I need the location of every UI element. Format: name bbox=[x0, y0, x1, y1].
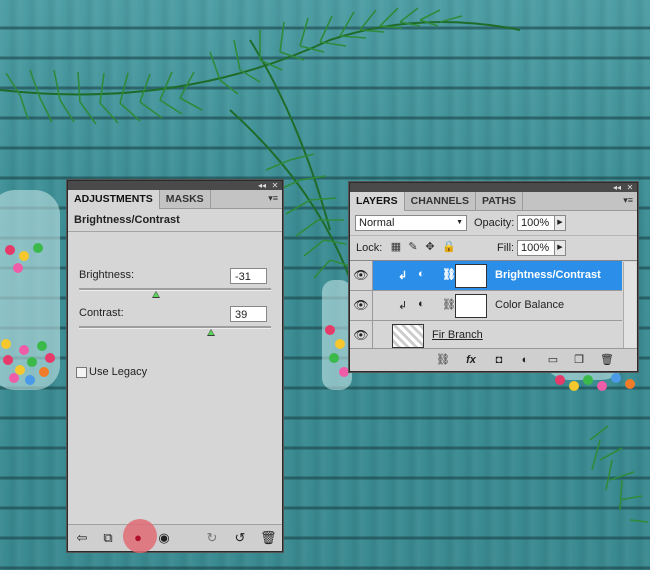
panel-menu-icon[interactable]: ▾≡ bbox=[268, 193, 278, 204]
panel-titlebar[interactable]: ◂◂ ✕ bbox=[68, 181, 282, 190]
chain-link-icon[interactable]: ⛓ bbox=[442, 268, 456, 281]
adjustments-panel: ◂◂ ✕ ADJUSTMENTS MASKS ▾≡ Brightness/Con… bbox=[67, 180, 283, 553]
chain-link-icon[interactable]: ⛓ bbox=[442, 298, 456, 311]
brightness-slider-thumb[interactable] bbox=[151, 291, 160, 298]
contrast-input[interactable]: 39 bbox=[230, 306, 267, 322]
lock-row: Lock: ▦ ✎ ✥ 🔒 Fill: 100% ▶ bbox=[350, 236, 637, 260]
adjustment-title: Brightness/Contrast bbox=[68, 209, 282, 232]
fill-input[interactable]: 100% bbox=[517, 240, 555, 256]
tab-channels[interactable]: CHANNELS bbox=[405, 192, 476, 210]
layer-mask-thumbnail[interactable] bbox=[455, 264, 487, 288]
opacity-input[interactable]: 100% bbox=[517, 215, 555, 231]
tab-masks[interactable]: MASKS bbox=[160, 190, 211, 208]
adjustment-layer-icon: ◐ bbox=[418, 268, 425, 280]
clip-arrow-icon: ↲ bbox=[398, 300, 408, 312]
back-arrow-icon[interactable]: ⇦ bbox=[74, 530, 90, 546]
tab-adjustments[interactable]: ADJUSTMENTS bbox=[68, 190, 160, 209]
lock-move-icon[interactable]: ✥ bbox=[424, 241, 436, 253]
layers-scrollbar[interactable] bbox=[623, 262, 636, 356]
contrast-slider-thumb[interactable] bbox=[207, 329, 216, 336]
adjustments-bottom-bar: ⇦ ⧉ ● ◉ ↻ ↺ 🗑 bbox=[68, 519, 282, 553]
close-icon[interactable]: ✕ bbox=[269, 181, 281, 190]
layers-panel: ◂◂ ✕ LAYERS CHANNELS PATHS ▾≡ Normal Opa… bbox=[349, 182, 638, 372]
layer-row-brightness-contrast[interactable]: 👁 ↲ ◐ ⛓ Brightness/Contrast bbox=[350, 261, 622, 291]
expand-view-icon[interactable]: ⧉ bbox=[100, 530, 116, 546]
lock-label: Lock: bbox=[356, 242, 383, 254]
folder-icon[interactable]: ▭ bbox=[546, 352, 560, 368]
lock-transparent-icon[interactable]: ▦ bbox=[390, 241, 402, 253]
link-icon[interactable]: ⛓ bbox=[436, 352, 450, 368]
fill-arrow-icon[interactable]: ▶ bbox=[554, 240, 566, 256]
layer-list: 👁 ↲ ◐ ⛓ Brightness/Contrast 👁 ↲ ◐ ⛓ Colo… bbox=[350, 260, 637, 357]
brightness-input[interactable]: -31 bbox=[230, 268, 267, 284]
previous-state-icon[interactable]: ↻ bbox=[204, 530, 220, 546]
contrast-slider[interactable] bbox=[79, 326, 271, 329]
layer-row-color-balance[interactable]: 👁 ↲ ◐ ⛓ Color Balance bbox=[350, 291, 622, 321]
lock-brush-icon[interactable]: ✎ bbox=[407, 241, 419, 253]
visibility-eye-icon[interactable]: ◉ bbox=[156, 530, 172, 546]
lock-all-icon[interactable]: 🔒 bbox=[442, 241, 456, 253]
opacity-label: Opacity: bbox=[474, 217, 515, 229]
contrast-label: Contrast: bbox=[79, 307, 124, 319]
blend-row: Normal Opacity: 100% ▶ bbox=[350, 211, 637, 236]
layer-name[interactable]: Color Balance bbox=[495, 299, 564, 311]
use-legacy-label: Use Legacy bbox=[89, 366, 148, 378]
clip-to-layer-icon[interactable]: ● bbox=[130, 530, 146, 546]
fill-label: Fill: bbox=[497, 242, 515, 254]
new-layer-icon[interactable]: ❐ bbox=[572, 352, 586, 368]
reset-icon[interactable]: ↺ bbox=[232, 530, 248, 546]
use-legacy-checkbox[interactable] bbox=[76, 367, 87, 378]
adjustment-layer-icon: ◐ bbox=[418, 298, 425, 310]
clip-arrow-icon: ↲ bbox=[398, 270, 408, 282]
adjustment-layer-icon[interactable]: ◐ bbox=[518, 352, 532, 368]
layers-bottom-bar: ⛓ fx ◘ ◐ ▭ ❐ 🗑 bbox=[350, 348, 637, 371]
collapse-icon[interactable]: ◂◂ bbox=[611, 183, 623, 192]
blend-mode-select[interactable]: Normal bbox=[355, 215, 467, 231]
layers-tabs: LAYERS CHANNELS PATHS ▾≡ bbox=[350, 192, 637, 211]
visibility-eye-icon[interactable]: 👁 bbox=[350, 291, 373, 320]
panel-titlebar[interactable]: ◂◂ ✕ bbox=[350, 183, 637, 192]
panel-menu-icon[interactable]: ▾≡ bbox=[623, 195, 633, 206]
brightness-slider[interactable] bbox=[79, 288, 271, 291]
adjustments-tabs: ADJUSTMENTS MASKS ▾≡ bbox=[68, 190, 282, 209]
trash-icon[interactable]: 🗑 bbox=[260, 530, 277, 546]
layer-thumbnail[interactable] bbox=[392, 324, 424, 348]
layer-name[interactable]: Brightness/Contrast bbox=[495, 269, 601, 281]
tab-paths[interactable]: PATHS bbox=[476, 192, 524, 210]
layer-mask-thumbnail[interactable] bbox=[455, 294, 487, 318]
visibility-eye-icon[interactable]: 👁 bbox=[350, 321, 373, 350]
mask-icon[interactable]: ◘ bbox=[492, 352, 506, 368]
visibility-eye-icon[interactable]: 👁 bbox=[350, 261, 373, 290]
layer-name[interactable]: Fir Branch bbox=[432, 329, 483, 341]
fx-icon[interactable]: fx bbox=[464, 352, 478, 368]
trash-icon[interactable]: 🗑 bbox=[600, 352, 614, 368]
layer-row-fir-branch[interactable]: 👁 Fir Branch bbox=[350, 321, 622, 351]
adjustment-body: Brightness: -31 Contrast: 39 Use Legacy bbox=[68, 232, 282, 524]
tab-layers[interactable]: LAYERS bbox=[350, 192, 405, 211]
close-icon[interactable]: ✕ bbox=[624, 183, 636, 192]
opacity-arrow-icon[interactable]: ▶ bbox=[554, 215, 566, 231]
brightness-label: Brightness: bbox=[79, 269, 135, 281]
collapse-icon[interactable]: ◂◂ bbox=[256, 181, 268, 190]
